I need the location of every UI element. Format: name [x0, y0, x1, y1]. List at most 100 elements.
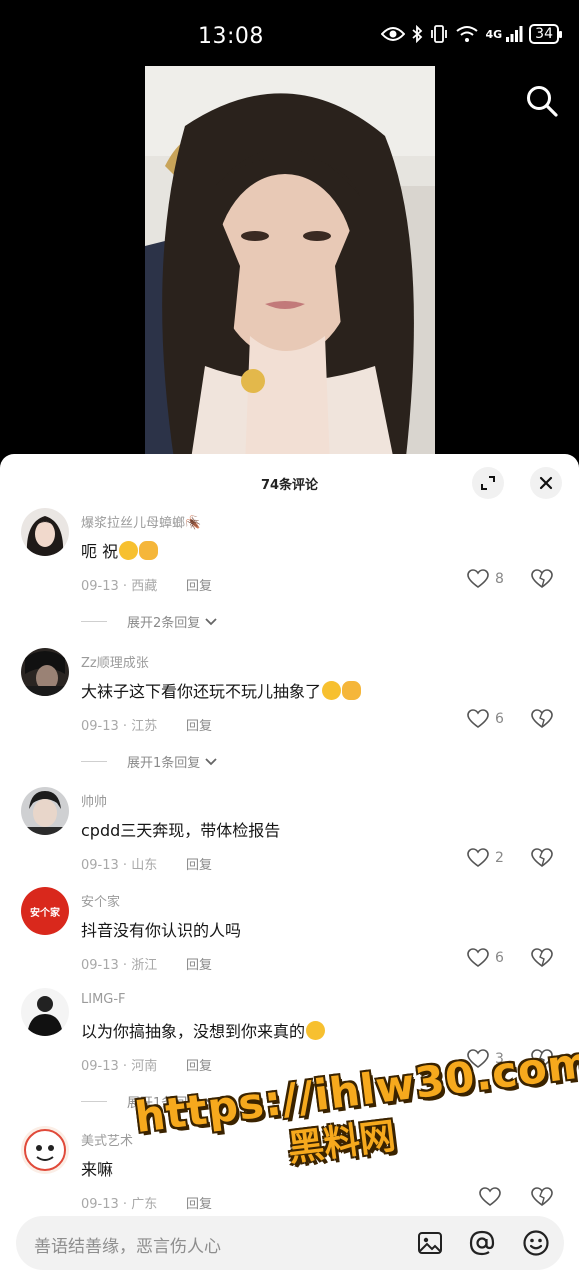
reply-button[interactable]: 回复	[186, 854, 212, 873]
avatar-badge-text: 安个家	[30, 907, 60, 919]
avatar[interactable]	[21, 988, 69, 1036]
comment-meta: 09-13 · 河南	[81, 1059, 158, 1074]
laugh-cry-emoji-icon	[322, 681, 342, 700]
expand-replies-label: 展开2条回复	[127, 616, 201, 631]
heart-icon	[467, 1049, 489, 1068]
dislike-button[interactable]	[531, 848, 553, 872]
comment-input-placeholder: 善语结善缘，恶言伤人心	[34, 1237, 221, 1257]
sheet-header: 74条评论	[0, 454, 579, 510]
avatar[interactable]	[21, 787, 69, 835]
comment-input[interactable]: 善语结善缘，恶言伤人心	[16, 1216, 564, 1270]
dislike-button[interactable]	[531, 569, 553, 593]
expand-replies[interactable]: 展开2条回复	[81, 612, 218, 631]
bluetooth-icon	[412, 25, 423, 43]
like-count: 8	[495, 571, 504, 587]
heart-icon	[467, 848, 489, 867]
reply-button[interactable]: 回复	[186, 1055, 212, 1074]
video-player[interactable]	[0, 66, 579, 466]
comment-date: 09-13	[81, 1197, 119, 1212]
expand-replies-label: 展开1条回复	[127, 1096, 201, 1111]
expand-replies[interactable]: 展开1条回复	[81, 752, 218, 771]
expand-button[interactable]	[472, 467, 504, 499]
avatar[interactable]	[21, 648, 69, 696]
comment-text: 抖音没有你认识的人吗	[81, 921, 242, 940]
emoji-icon[interactable]	[522, 1229, 550, 1257]
comment-text-content: 大袜子这下看你还玩不玩儿抽象了	[81, 682, 322, 701]
expand-replies[interactable]: 展开1条回复	[81, 1092, 218, 1111]
like-button[interactable]: 6	[467, 709, 504, 729]
ok-hand-emoji-icon	[342, 681, 362, 700]
like-button[interactable]: 8	[467, 569, 504, 589]
avatar[interactable]: 安个家	[21, 887, 69, 935]
like-count: 2	[495, 850, 504, 866]
reply-button[interactable]: 回复	[186, 1193, 212, 1212]
chevron-down-icon	[205, 1097, 217, 1105]
dislike-button[interactable]	[531, 1049, 553, 1073]
comment-text: 以为你搞抽象，没想到你来真的	[81, 1018, 326, 1042]
comment-location: 浙江	[131, 958, 158, 973]
avatar[interactable]	[21, 1126, 69, 1174]
laugh-cry-emoji-icon	[119, 541, 139, 560]
comment-date: 09-13	[81, 1059, 119, 1074]
like-button[interactable]: 6	[467, 948, 504, 968]
comment-text: 来嘛	[81, 1160, 114, 1179]
comment-meta: 09-13 · 山东	[81, 858, 158, 873]
signal-icon	[506, 26, 523, 42]
broken-heart-icon	[531, 1187, 553, 1206]
comment-date: 09-13	[81, 958, 119, 973]
dislike-button[interactable]	[531, 709, 553, 733]
like-count: 6	[495, 711, 504, 727]
like-button[interactable]: 2	[467, 848, 504, 868]
heart-icon	[467, 569, 489, 588]
vibrate-icon	[431, 25, 448, 43]
status-time: 13:08	[198, 24, 264, 49]
reply-button[interactable]: 回复	[186, 954, 212, 973]
like-count: 3	[495, 1051, 504, 1067]
comment-location: 山东	[131, 858, 158, 873]
chevron-down-icon	[205, 757, 217, 765]
comment-location: 江苏	[131, 719, 158, 734]
comment-text-content: 以为你搞抽象，没想到你来真的	[81, 1022, 306, 1041]
comment-meta: 09-13 · 江苏	[81, 719, 158, 734]
reply-button[interactable]: 回复	[186, 715, 212, 734]
status-bar: 13:08 4G 34	[0, 0, 579, 66]
comment-location: 广东	[131, 1197, 158, 1212]
wifi-icon	[456, 26, 479, 42]
expand-icon	[481, 476, 495, 490]
comment-username[interactable]: 帅帅	[81, 791, 107, 810]
at-icon[interactable]	[468, 1229, 496, 1257]
status-icons: 4G 34	[381, 24, 562, 44]
comment-text: 呃 祝	[81, 538, 159, 562]
search-icon[interactable]	[525, 84, 559, 118]
avatar[interactable]	[21, 508, 69, 556]
heart-icon	[479, 1187, 501, 1206]
comment-username[interactable]: 安个家	[81, 891, 120, 910]
comment-meta: 09-13 · 西藏	[81, 579, 158, 594]
comment-location: 西藏	[131, 579, 158, 594]
broken-heart-icon	[531, 569, 553, 588]
network-label: 4G	[485, 27, 503, 41]
reply-button[interactable]: 回复	[186, 575, 212, 594]
comment-meta: 09-13 · 广东	[81, 1197, 158, 1212]
broken-heart-icon	[531, 1049, 553, 1068]
battery-icon: 34	[529, 24, 562, 44]
comment-username[interactable]: 美式艺术	[81, 1130, 133, 1149]
comment-text: cpdd三天奔现，带体检报告	[81, 821, 281, 840]
close-button[interactable]	[530, 467, 562, 499]
comment-username[interactable]: LIMG-F	[81, 992, 126, 1007]
like-button[interactable]: 3	[467, 1049, 504, 1069]
comment-username[interactable]: Zz顺理成张	[81, 652, 149, 671]
ok-hand-emoji-icon	[139, 541, 159, 560]
comment-location: 河南	[131, 1059, 158, 1074]
comment-username[interactable]: 爆浆拉丝儿母蟑螂🪳	[81, 512, 201, 531]
like-button[interactable]	[479, 1187, 501, 1207]
comment-date: 09-13	[81, 579, 119, 594]
dislike-button[interactable]	[531, 1187, 553, 1211]
image-icon[interactable]	[416, 1229, 444, 1257]
close-icon	[539, 476, 553, 490]
broken-heart-icon	[531, 848, 553, 867]
dislike-button[interactable]	[531, 948, 553, 972]
broken-heart-icon	[531, 948, 553, 967]
video-thumbnail	[145, 66, 435, 466]
expand-replies-label: 展开1条回复	[127, 756, 201, 771]
